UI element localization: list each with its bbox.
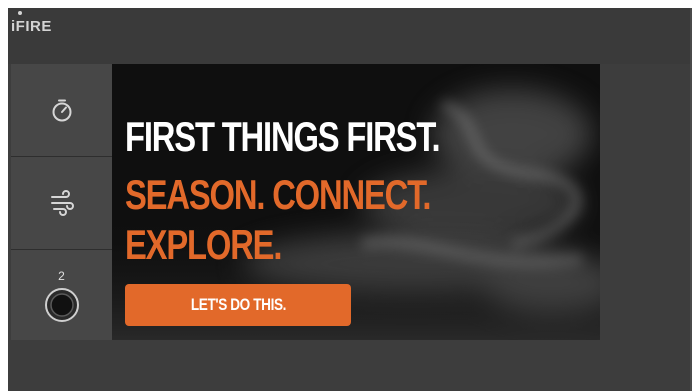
logo-text: iFIRE	[11, 18, 52, 35]
cta-label: LET'S DO THIS.	[190, 295, 286, 314]
sidebar-item-timer[interactable]	[11, 64, 112, 156]
smoke-icon	[50, 190, 74, 216]
probe-dial-icon	[44, 288, 79, 322]
sidebar-item-smoke[interactable]	[11, 157, 112, 249]
lets-do-this-button[interactable]: LET'S DO THIS.	[125, 284, 351, 326]
timer-icon	[52, 99, 71, 122]
banner-headline-line3: EXPLORE.	[125, 221, 282, 268]
logo-dot	[18, 11, 22, 15]
sidebar: 2	[11, 64, 112, 340]
sidebar-item-probe[interactable]: 2	[11, 250, 112, 342]
app-window: iFIRE 2 FIRST THINGS FIRST. SEASON. CONN…	[8, 8, 692, 391]
top-bar: iFIRE	[8, 8, 692, 64]
promo-banner: FIRST THINGS FIRST. SEASON. CONNECT. EXP…	[112, 64, 600, 340]
banner-headline-line2: SEASON. CONNECT.	[125, 171, 431, 218]
probe-count-badge: 2	[58, 269, 65, 283]
banner-headline-line1: FIRST THINGS FIRST.	[125, 113, 441, 160]
window-edge	[690, 8, 692, 391]
